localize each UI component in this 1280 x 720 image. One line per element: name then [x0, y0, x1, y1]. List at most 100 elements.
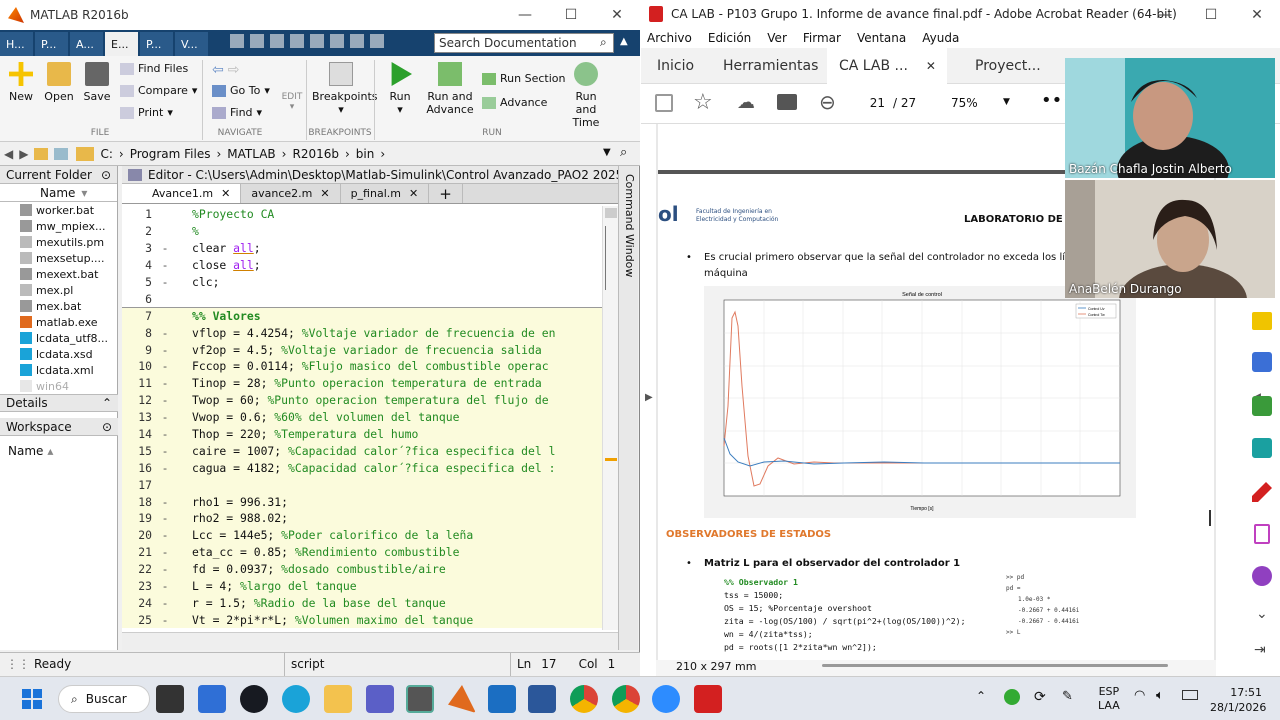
chevron-down-icon[interactable]: ⌄ [1256, 606, 1268, 622]
star-bookmark-icon[interactable]: ☆ [693, 90, 713, 115]
code-line[interactable]: 23- L = 4; %largo del tanque [122, 577, 602, 595]
back-forward-buttons[interactable]: ⇦ ⇨ [212, 62, 239, 78]
search-documentation-input[interactable]: Search Documentation [434, 33, 614, 53]
breakpoint-dash[interactable]: - [152, 427, 178, 441]
comment-icon[interactable] [1252, 312, 1272, 330]
code-line[interactable]: 2% [122, 223, 602, 240]
code-line[interactable]: 15- caire = 1007; %Capacidad calor´?fica … [122, 442, 602, 460]
path-segment[interactable]: MATLAB [227, 147, 275, 161]
chevron-down-icon[interactable]: ▼ [1003, 97, 1010, 107]
horizontal-scrollbar[interactable] [822, 664, 1168, 667]
chevron-up-icon[interactable]: ⌃ [976, 689, 986, 703]
breakpoint-dash[interactable]: - [152, 495, 178, 509]
vscode-icon[interactable] [488, 685, 516, 713]
matlab-taskbar-icon[interactable] [448, 685, 476, 713]
tab-home[interactable]: H... [0, 32, 33, 56]
editor-tab[interactable]: avance2.m ✕ [241, 184, 341, 203]
save-button[interactable]: Save [82, 62, 112, 103]
quick-copy-icon[interactable] [270, 34, 284, 48]
close-icon[interactable]: ✕ [221, 187, 230, 200]
file-row[interactable]: lcdata_utf8... [0, 330, 117, 346]
breakpoint-dash[interactable]: - [152, 545, 178, 559]
file-row[interactable]: mexext.bat [0, 266, 117, 282]
breakpoint-dash[interactable]: - [152, 326, 178, 340]
path-segment[interactable]: bin [356, 147, 375, 161]
chrome-profile-icon[interactable] [612, 685, 640, 713]
code-line[interactable]: 3- clear all; [122, 240, 602, 257]
code-line[interactable]: 11- Tinop = 28; %Punto operacion temperat… [122, 374, 602, 392]
fill-sign-icon[interactable] [1252, 482, 1272, 502]
close-icon[interactable]: ✕ [594, 0, 640, 30]
run-section-button[interactable]: Run Section [482, 72, 565, 85]
code-area[interactable]: 1 %Proyecto CA 2% 3- clear all; 4- close all; 5… [122, 206, 602, 630]
file-row[interactable]: mex.bat [0, 298, 117, 314]
maximize-icon[interactable]: ☐ [548, 0, 594, 30]
taskbar-search[interactable]: ⌕ Buscar [58, 685, 150, 713]
tab-document[interactable]: CA LAB ... ✕ [827, 48, 947, 84]
panel-menu-icon[interactable]: ⊙ [102, 420, 112, 434]
close-icon[interactable]: ✕ [1234, 0, 1280, 30]
file-row[interactable]: mw_mpiex... [0, 218, 117, 234]
wifi-icon[interactable]: ◠ [1134, 688, 1145, 703]
back-arrow-icon[interactable]: ◀ [4, 147, 13, 161]
zoom-select[interactable]: 75% [951, 96, 978, 110]
file-row[interactable]: worker.bat [0, 202, 117, 218]
tab-publish[interactable]: P... [140, 32, 173, 56]
quick-switch-windows-icon[interactable] [350, 34, 364, 48]
menu-edicion[interactable]: Edición [708, 31, 751, 45]
editor-tab[interactable]: Avance1.m ✕ [122, 184, 242, 203]
quick-paste-icon[interactable] [290, 34, 304, 48]
open-button[interactable]: Open [44, 62, 74, 103]
print-button[interactable]: Print ▾ [120, 106, 173, 119]
tab-herramientas[interactable]: Herramientas [723, 48, 818, 84]
left-panel-toggle-icon[interactable]: ▶ [645, 392, 653, 403]
quick-redo-icon[interactable] [330, 34, 344, 48]
windows-start-icon[interactable] [18, 685, 46, 713]
quick-save-icon[interactable] [230, 34, 244, 48]
workspace-column-name[interactable]: Name ▴ [8, 444, 53, 458]
breakpoint-dash[interactable]: - [152, 562, 178, 576]
quick-undo-icon[interactable] [310, 34, 324, 48]
code-line[interactable]: 20- Lcc = 144e5; %Poder calorifico de la … [122, 526, 602, 544]
go-to-button[interactable]: Go To ▾ [212, 84, 270, 97]
mic-muted-icon[interactable]: ✎ [1062, 689, 1073, 704]
command-window-label[interactable]: Command Window [623, 174, 636, 277]
minimize-icon[interactable]: — [502, 0, 548, 30]
code-line[interactable]: 25- Vt = 2*pi*r*L; %Volumen maximo del ta… [122, 611, 602, 629]
battery-icon[interactable] [1182, 690, 1198, 700]
code-line[interactable]: 17 [122, 476, 602, 494]
language-indicator[interactable]: ESP LAA [1098, 685, 1120, 713]
search-folder-icon[interactable]: ⌕ [620, 145, 627, 160]
breakpoint-dash[interactable]: - [152, 444, 178, 458]
breakpoint-dash[interactable]: - [152, 613, 178, 627]
menu-ventana[interactable]: Ventana [857, 31, 906, 45]
steam-icon[interactable] [240, 685, 268, 713]
code-line[interactable]: 10- Fccop = 0.0114; %Flujo masico del com… [122, 358, 602, 375]
find-button[interactable]: Find ▾ [212, 106, 262, 119]
teams-icon[interactable] [366, 685, 394, 713]
edit-group-button[interactable]: EDIT ▾ [280, 92, 304, 112]
column-header-name[interactable]: Name ▾ [0, 184, 117, 202]
back-arrow-icon[interactable]: ⇦ [212, 62, 224, 78]
code-line[interactable]: 9- vf2op = 4.5; %Voltaje variador de frec… [122, 341, 602, 359]
path-segment[interactable]: C: [100, 147, 112, 161]
request-signature-icon[interactable] [1252, 566, 1272, 586]
find-files-button[interactable]: Find Files [120, 62, 188, 75]
run-and-advance-button[interactable]: Run and Advance [426, 62, 474, 116]
breakpoint-dash[interactable]: - [152, 275, 178, 289]
command-window-strip[interactable]: Command Window [618, 166, 638, 650]
breakpoint-dash[interactable]: - [152, 528, 178, 542]
acrobat-taskbar-icon[interactable] [694, 685, 722, 713]
breakpoint-dash[interactable]: - [152, 241, 178, 255]
search-icon[interactable]: ⌕ [600, 35, 607, 50]
breakpoints-button[interactable]: Breakpoints ▾ [312, 62, 378, 116]
editor-tab[interactable]: p_final.m ✕ [341, 184, 430, 203]
code-line[interactable]: 5- clc; [122, 274, 602, 291]
advance-button[interactable]: Advance [482, 96, 547, 109]
file-row[interactable]: mexsetup.... [0, 250, 117, 266]
vertical-scrollbar[interactable] [1209, 510, 1211, 526]
breakpoint-dash[interactable]: - [152, 579, 178, 593]
code-line[interactable]: 13- Vwop = 0.6; %60% del volumen del tanq… [122, 408, 602, 426]
tray-app-icon[interactable] [1004, 689, 1020, 705]
close-icon[interactable]: ✕ [409, 187, 418, 200]
